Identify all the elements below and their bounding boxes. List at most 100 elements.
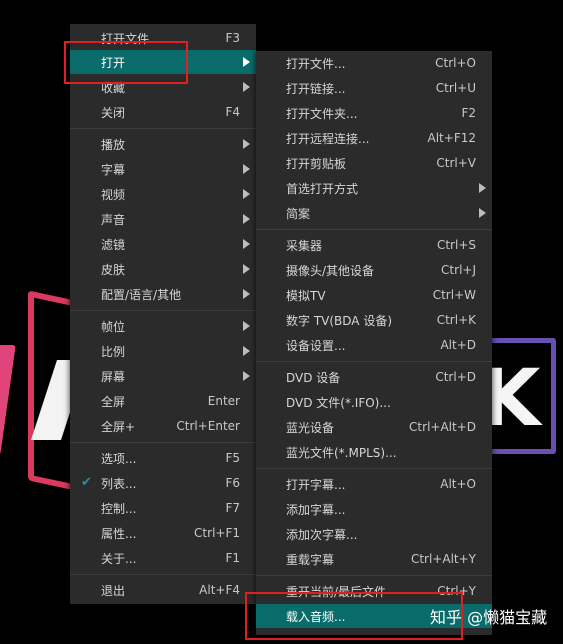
submenu-arrow-icon [243,321,250,331]
menu-item-shortcut: Ctrl+Enter [176,419,240,433]
menu-item-label: 属性... [101,526,137,541]
menu-item-label: 蓝光文件(*.MPLS)... [286,445,397,460]
submenu-arrow-icon [479,208,486,218]
menu-item-label: 关于... [101,551,137,566]
menu-item-play[interactable]: 播放 [70,132,256,156]
menu-item-properties[interactable]: 属性... Ctrl+F1 [70,521,256,545]
menu-item-shortcut: F1 [225,551,240,565]
submenu-item-bluray-device[interactable]: 蓝光设备 Ctrl+Alt+D [256,415,492,439]
submenu-item-capture[interactable]: 采集器 Ctrl+S [256,233,492,257]
submenu-arrow-icon [243,264,250,274]
menu-item-label: 添加字幕... [286,502,346,517]
submenu-arrow-icon [479,183,486,193]
submenu-item-digital-tv[interactable]: 数字 TV(BDA 设备) Ctrl+K [256,308,492,332]
submenu-item-camera[interactable]: 摄像头/其他设备 Ctrl+J [256,258,492,282]
watermark-text: 知乎 @懒猫宝藏 [430,608,548,627]
menu-item-close[interactable]: 关闭 F4 [70,100,256,124]
menu-item-shortcut: Alt+F12 [427,131,476,145]
menu-item-fullscreen[interactable]: 全屏 Enter [70,389,256,413]
menu-item-exit[interactable]: 退出 Alt+F4 [70,578,256,602]
menu-item-playlist[interactable]: ✔ 列表... F6 [70,471,256,495]
menu-item-control[interactable]: 控制... F7 [70,496,256,520]
menu-item-options[interactable]: 选项... F5 [70,446,256,470]
menu-item-label: 首选打开方式 [286,181,359,196]
menu-separator [256,229,492,230]
submenu-item-bluray-file[interactable]: 蓝光文件(*.MPLS)... [256,440,492,464]
menu-item-shortcut: Ctrl+J [441,263,476,277]
menu-item-screen[interactable]: 屏幕 [70,364,256,388]
menu-item-label: 皮肤 [101,262,126,277]
submenu-item-open-subtitle[interactable]: 打开字幕... Alt+O [256,472,492,496]
menu-item-subtitles[interactable]: 字幕 [70,157,256,181]
menu-item-label: 全屏 [101,394,126,409]
menu-item-label: 打开字幕... [286,477,346,492]
submenu-item-open-url[interactable]: 打开链接... Ctrl+U [256,76,492,100]
submenu-arrow-icon [243,139,250,149]
menu-item-skins[interactable]: 皮肤 [70,257,256,281]
menu-item-label: 采集器 [286,238,323,253]
submenu-item-open-file[interactable]: 打开文件... Ctrl+O [256,51,492,75]
submenu-item-open-remote[interactable]: 打开远程连接... Alt+F12 [256,126,492,150]
menu-item-label: 设备设置... [286,338,346,353]
menu-item-label: 摄像头/其他设备 [286,263,375,278]
submenu-item-device-settings[interactable]: 设备设置... Alt+D [256,333,492,357]
submenu-item-reload-subtitle[interactable]: 重载字幕 Ctrl+Alt+Y [256,547,492,571]
menu-item-label: 蓝光设备 [286,420,335,435]
context-submenu-open: 打开文件... Ctrl+O 打开链接... Ctrl+U 打开文件夹... F2 打… [256,51,492,635]
menu-item-label: 视频 [101,187,126,202]
submenu-item-analog-tv[interactable]: 模拟TV Ctrl+W [256,283,492,307]
menu-item-label: 打开链接... [286,81,346,96]
menu-item-about[interactable]: 关于... F1 [70,546,256,570]
submenu-item-open-clipboard[interactable]: 打开剪贴板 Ctrl+V [256,151,492,175]
submenu-item-dvd-file[interactable]: DVD 文件(*.IFO)... [256,390,492,414]
menu-item-label: 滤镜 [101,237,126,252]
menu-item-label: 打开远程连接... [286,131,370,146]
menu-item-frame[interactable]: 帧位 [70,314,256,338]
menu-item-label: 打开文件夹... [286,106,358,121]
submenu-item-open-folder[interactable]: 打开文件夹... F2 [256,101,492,125]
menu-item-shortcut: Ctrl+O [435,56,476,70]
menu-item-shortcut: Ctrl+Alt+Y [410,552,476,566]
menu-item-aspect[interactable]: 比例 [70,339,256,363]
menu-item-label: 数字 TV(BDA 设备) [286,313,393,328]
submenu-item-preferred-open[interactable]: 首选打开方式 [256,176,492,200]
menu-item-video[interactable]: 视频 [70,182,256,206]
menu-item-label: 打开文件... [286,56,346,71]
background-logo-fragment [0,345,16,455]
menu-item-shortcut: F6 [225,476,240,490]
menu-item-label: 模拟TV [286,288,326,303]
menu-item-shortcut: Ctrl+W [432,288,476,302]
menu-item-shortcut: F2 [461,106,476,120]
menu-item-shortcut: Ctrl+Alt+D [409,420,476,434]
menu-separator [256,468,492,469]
menu-item-shortcut: Ctrl+S [436,238,476,252]
menu-item-shortcut: Ctrl+V [436,156,476,170]
menu-item-label: 字幕 [101,162,126,177]
submenu-item-profiles[interactable]: 简案 [256,201,492,225]
menu-item-config[interactable]: 配置/语言/其他 [70,282,256,306]
menu-item-shortcut: Ctrl+F1 [194,526,240,540]
menu-item-fullscreen-plus[interactable]: 全屏+ Ctrl+Enter [70,414,256,438]
menu-item-shortcut: Ctrl+U [435,81,476,95]
menu-separator [70,310,256,311]
menu-item-label: 简案 [286,206,311,221]
submenu-arrow-icon [243,371,250,381]
menu-separator [70,442,256,443]
menu-item-audio[interactable]: 声音 [70,207,256,231]
submenu-arrow-icon [243,346,250,356]
menu-item-filters[interactable]: 滤镜 [70,232,256,256]
menu-item-label: 全屏+ [101,419,136,434]
submenu-item-add-subtitle[interactable]: 添加字幕... [256,497,492,521]
submenu-item-dvd-device[interactable]: DVD 设备 Ctrl+D [256,365,492,389]
menu-item-label: 打开剪贴板 [286,156,347,171]
submenu-arrow-icon [243,164,250,174]
menu-item-label: 比例 [101,344,126,359]
menu-item-shortcut: Enter [207,394,240,408]
menu-item-label: 控制... [101,501,137,516]
menu-item-shortcut: Ctrl+K [436,313,476,327]
menu-item-shortcut: Alt+O [440,477,476,491]
submenu-item-add-secondary-subtitle[interactable]: 添加次字幕... [256,522,492,546]
menu-item-label: 关闭 [101,105,126,120]
menu-item-label: 播放 [101,137,126,152]
checkmark-icon: ✔ [81,475,92,490]
